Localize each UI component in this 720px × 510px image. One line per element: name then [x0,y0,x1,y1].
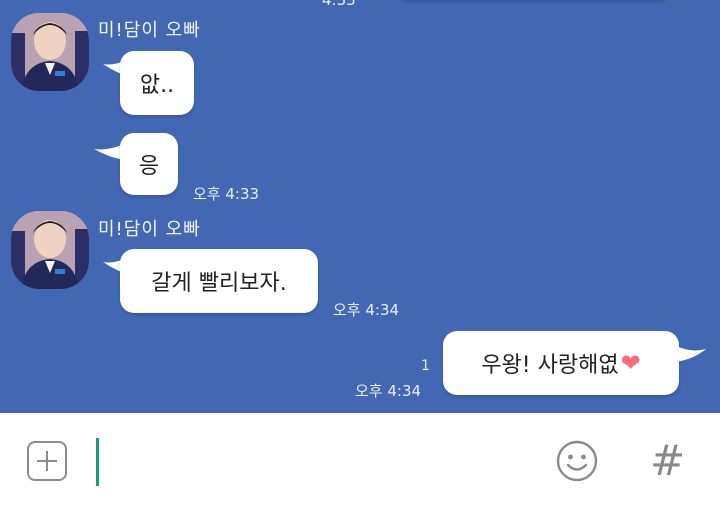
profile-photo-icon [11,13,89,91]
message-text: 우왕! 사랑해엾 [481,353,619,378]
message-time: 오후 4:33 [193,185,260,203]
smiley-icon[interactable] [556,440,598,482]
previous-message-time: 4:33 [322,0,356,9]
message-text: 응 [138,154,160,179]
chat-area: 4:33 미!담이 오빠 앖.. 응 오후 4:33 미!담이 오빠 갈게 빨리… [0,0,720,413]
hashtag-button[interactable]: # [650,436,685,486]
message-text: 앖.. [139,73,175,98]
outgoing-message-bubble[interactable]: 우왕! 사랑해엾 ❤ [443,331,679,395]
bubble-tail [676,346,706,362]
unread-count: 1 [421,358,430,374]
sender-avatar[interactable] [11,211,89,289]
sender-avatar[interactable] [11,13,89,91]
text-input-cursor[interactable] [96,438,99,486]
message-input-bar [0,413,720,510]
sender-name: 미!담이 오빠 [98,219,201,240]
message-time: 오후 4:34 [355,382,422,400]
message-bubble[interactable]: 갈게 빨리보자. [120,249,318,313]
message-text: 갈게 빨리보자. [151,271,287,296]
plus-box-icon[interactable] [27,441,67,481]
heart-emoji-icon: ❤ [620,349,641,377]
message-time: 오후 4:34 [333,301,400,319]
profile-photo-icon [11,211,89,289]
message-bubble[interactable]: 앖.. [120,51,194,115]
sender-name: 미!담이 오빠 [98,20,201,41]
message-bubble[interactable]: 응 [120,133,178,195]
